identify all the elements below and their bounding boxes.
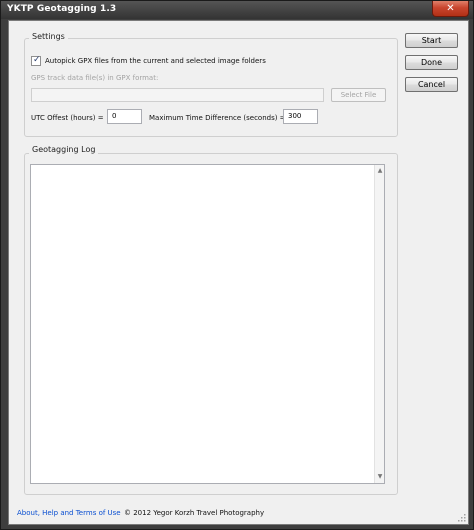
- dialog-client: Settings ✓ Autopick GPX files from the c…: [8, 20, 469, 525]
- max-time-diff-label: Maximum Time Difference (seconds) =: [149, 114, 286, 122]
- max-time-diff-input[interactable]: 300: [283, 109, 318, 124]
- copyright-text: © 2012 Yegor Korzh Travel Photography: [124, 509, 265, 517]
- log-scrollbar[interactable]: ▲ ▼: [374, 165, 384, 483]
- scroll-down-icon[interactable]: ▼: [375, 472, 385, 482]
- geotagging-log-title: Geotagging Log: [29, 145, 99, 154]
- utc-offset-label: UTC Offest (hours) =: [31, 114, 104, 122]
- gpx-file-label: GPS track data file(s) in GPX format:: [31, 74, 159, 82]
- resize-grip-icon[interactable]: [458, 514, 466, 522]
- autopick-label[interactable]: Autopick GPX files from the current and …: [45, 57, 266, 65]
- window-title: YKTP Geotagging 1.3: [7, 4, 117, 14]
- done-button[interactable]: Done: [405, 55, 458, 70]
- close-icon: ✕: [446, 3, 455, 14]
- autopick-checkbox[interactable]: ✓: [31, 55, 41, 66]
- utc-offset-input[interactable]: 0: [107, 109, 142, 124]
- title-bar[interactable]: YKTP Geotagging 1.3 ✕: [1, 1, 473, 19]
- gpx-file-input[interactable]: [31, 88, 324, 102]
- check-icon: ✓: [33, 55, 41, 65]
- settings-group-title: Settings: [29, 32, 68, 41]
- select-file-button[interactable]: Select File: [331, 88, 386, 102]
- cancel-button[interactable]: Cancel: [405, 77, 458, 92]
- close-button[interactable]: ✕: [432, 1, 469, 17]
- start-button[interactable]: Start: [405, 33, 458, 48]
- geotagging-log-textarea[interactable]: ▲ ▼: [30, 164, 385, 484]
- app-window: YKTP Geotagging 1.3 ✕ Settings ✓ Autopic…: [0, 0, 474, 530]
- about-help-terms-link[interactable]: About, Help and Terms of Use: [17, 509, 121, 517]
- scroll-up-icon[interactable]: ▲: [375, 166, 385, 176]
